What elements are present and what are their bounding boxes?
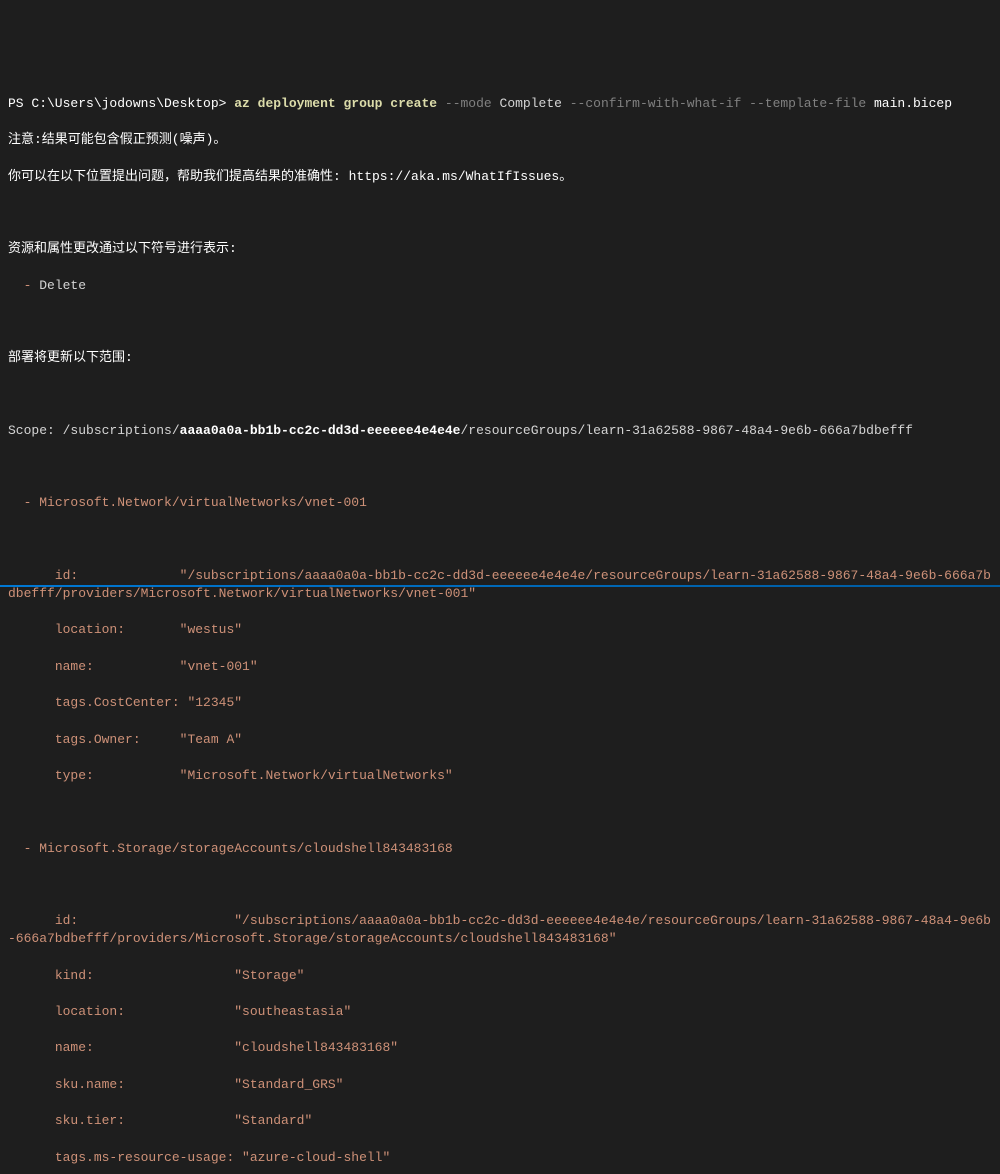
- prop-type: type: "Microsoft.Network/virtualNetworks…: [8, 767, 992, 785]
- notice-line: 你可以在以下位置提出问题，帮助我们提高结果的准确性: https://aka.m…: [8, 168, 992, 186]
- scope-header: 部署将更新以下范围:: [8, 349, 992, 367]
- prop-tag-costcenter: tags.CostCenter: "12345": [8, 694, 992, 712]
- prop-sku-name: sku.name: "Standard_GRS": [8, 1076, 992, 1094]
- notice-line: 注意:结果可能包含假正预测(噪声)。: [8, 131, 992, 149]
- prop-id: id: "/subscriptions/aaaa0a0a-bb1b-cc2c-d…: [8, 912, 992, 948]
- prop-kind: kind: "Storage": [8, 967, 992, 985]
- resource-header-1: - Microsoft.Network/virtualNetworks/vnet…: [8, 494, 992, 512]
- legend-header: 资源和属性更改通过以下符号进行表示:: [8, 240, 992, 258]
- prop-tag-owner: tags.Owner: "Team A": [8, 731, 992, 749]
- terminal-output: PS C:\Users\jodowns\Desktop> az deployme…: [8, 77, 992, 1174]
- prop-location: location: "westus": [8, 621, 992, 639]
- prop-sku-tier: sku.tier: "Standard": [8, 1112, 992, 1130]
- prop-location: location: "southeastasia": [8, 1003, 992, 1021]
- legend-delete: - Delete: [8, 277, 992, 295]
- prop-tag-resource-usage: tags.ms-resource-usage: "azure-cloud-she…: [8, 1149, 992, 1167]
- resource-header-2: - Microsoft.Storage/storageAccounts/clou…: [8, 840, 992, 858]
- scope-line: Scope: /subscriptions/aaaa0a0a-bb1b-cc2c…: [8, 422, 992, 440]
- prop-name: name: "vnet-001": [8, 658, 992, 676]
- prop-name: name: "cloudshell843483168": [8, 1039, 992, 1057]
- command-line: PS C:\Users\jodowns\Desktop> az deployme…: [8, 95, 992, 113]
